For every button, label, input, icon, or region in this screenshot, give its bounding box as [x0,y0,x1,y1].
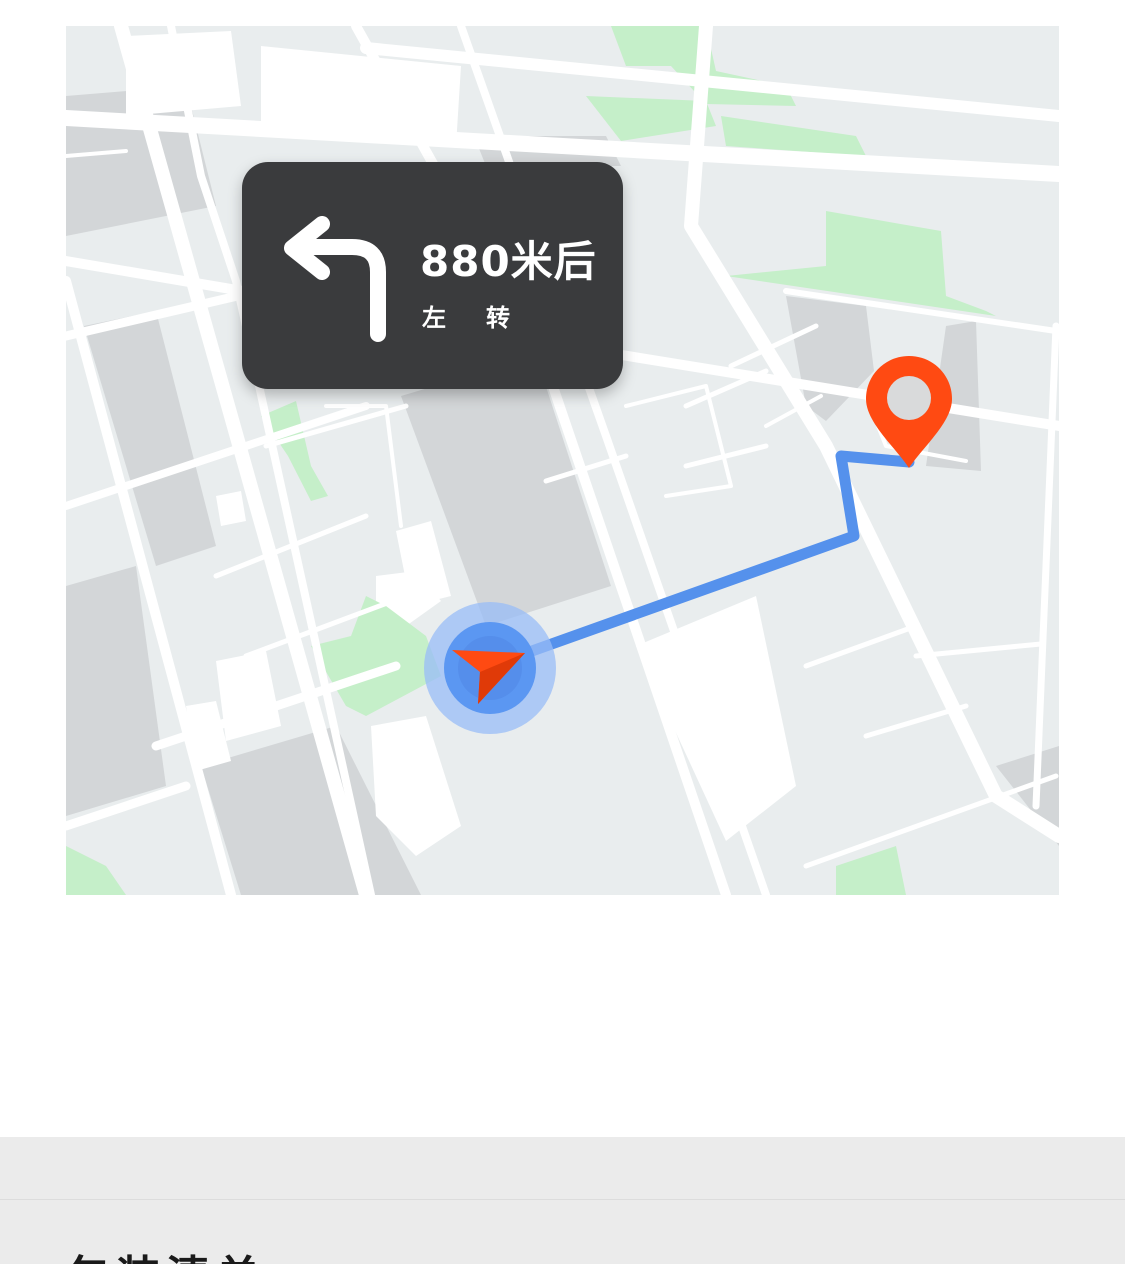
section-divider [0,1199,1125,1200]
navigation-instruction-card: 880米后 左转 [242,162,623,389]
turn-left-arrow-icon [284,216,386,342]
turn-instruction-label: 左转 [422,304,550,332]
map-view[interactable] [66,26,1059,895]
map-pin-icon[interactable] [864,354,954,470]
section-title: 包装清单 [66,1241,266,1264]
packing-list-section: 包装清单 [0,1137,1125,1264]
navigation-arrow-icon[interactable] [422,600,558,736]
distance-label: 880米后 [420,237,597,286]
